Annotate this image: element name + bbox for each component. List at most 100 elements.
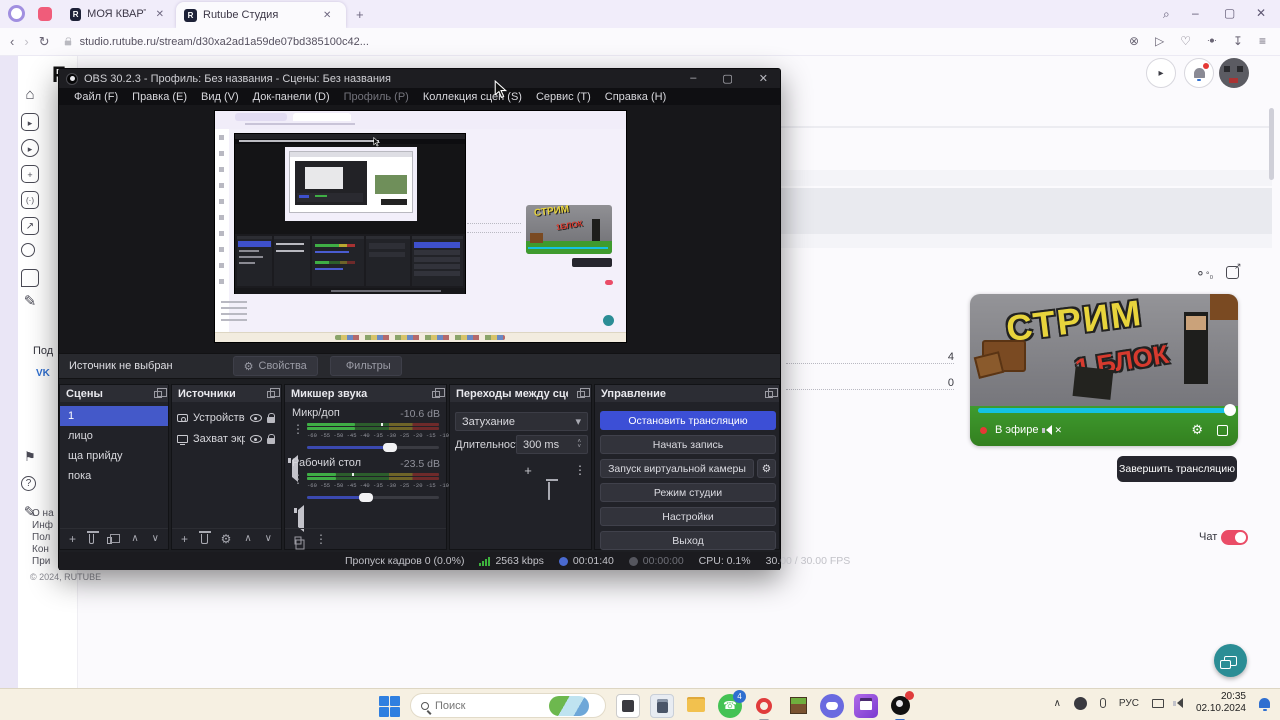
virtual-camera-config-button[interactable]: ⚙	[757, 459, 776, 478]
fullscreen-icon[interactable]	[1217, 424, 1228, 436]
obs-maximize-button[interactable]: ▢	[722, 72, 732, 85]
visibility-icon[interactable]	[250, 435, 262, 443]
settings-button[interactable]: Настройки	[600, 507, 776, 526]
back-icon[interactable]: ‹	[10, 34, 14, 49]
sidebar-broadcast-icon[interactable]: (·)	[21, 191, 39, 209]
scene-item[interactable]: пока	[60, 466, 168, 486]
sidebar-videos-icon[interactable]: ▸	[21, 139, 39, 157]
exit-button[interactable]: Выход	[600, 531, 776, 550]
sidebar-comments-icon[interactable]	[21, 269, 39, 287]
sidebar-add-video-icon[interactable]: +	[21, 165, 39, 183]
microphone-icon[interactable]	[1099, 698, 1106, 708]
tab-close-icon[interactable]: ✕	[323, 10, 331, 21]
stream-player[interactable]: СТРИМ 1 БЛОК В эфире ✕ ⚙	[970, 294, 1238, 446]
clipchamp-icon[interactable]	[854, 693, 878, 718]
visibility-icon[interactable]	[250, 414, 262, 422]
browser-tab-active[interactable]: R Rutube Студия ✕	[176, 2, 346, 28]
mixer-config-icon[interactable]	[294, 536, 302, 544]
notifications-button[interactable]	[1184, 58, 1214, 88]
controls-header[interactable]: Управление	[595, 385, 779, 402]
properties-button[interactable]: ⚙ Свойства	[232, 356, 318, 376]
footer-link[interactable]: Инф	[32, 520, 58, 531]
studio-mode-button[interactable]: Режим студии	[600, 483, 776, 502]
tray-chevron-icon[interactable]: ∧	[1054, 698, 1061, 709]
photos-app-icon[interactable]	[616, 693, 640, 718]
volume-knob[interactable]	[359, 493, 374, 502]
channel-kebab-icon[interactable]: ⋮	[292, 473, 304, 485]
menu-help[interactable]: Справка (H)	[598, 91, 673, 103]
virtual-camera-button[interactable]: Запуск виртуальной камеры	[600, 459, 754, 478]
footer-link[interactable]: Пол	[32, 532, 58, 543]
player-progress-knob[interactable]	[1224, 404, 1236, 416]
sidebar-analytics-icon[interactable]: ↗	[21, 217, 39, 235]
tab-search-icon[interactable]	[38, 7, 52, 21]
sidebar-tv-icon[interactable]: ▸	[21, 113, 39, 131]
network-icon[interactable]	[1151, 698, 1164, 708]
end-stream-button[interactable]: Завершить трансляцию	[1117, 456, 1237, 482]
volume-slider[interactable]	[307, 443, 439, 452]
file-explorer-icon[interactable]	[684, 694, 708, 718]
menu-edit[interactable]: Правка (E)	[125, 91, 194, 103]
vk-icon[interactable]: VK	[36, 368, 50, 379]
calculator-app-icon[interactable]	[650, 693, 674, 718]
spin-buttons[interactable]: ˄ ˅	[577, 439, 581, 450]
player-progress-track[interactable]	[978, 404, 1236, 416]
create-video-button[interactable]: ▸	[1146, 58, 1176, 88]
send-extension-icon[interactable]: ▷	[1155, 34, 1164, 49]
browser-tab-inactive[interactable]: R МОЯ КВАРТИРА В ВИРТУ... ✕	[62, 2, 172, 26]
stop-streaming-button[interactable]: Остановить трансляцию	[600, 411, 776, 430]
scene-item-selected[interactable]: 1	[60, 406, 168, 426]
start-recording-button[interactable]: Начать запись	[600, 435, 776, 454]
profile-extension-icon[interactable]: ꔹ	[1207, 34, 1217, 49]
sidebar-wand-icon[interactable]: ✎	[21, 293, 39, 311]
forward-icon[interactable]: ›	[24, 34, 28, 49]
transitions-header[interactable]: Переходы между сцена...	[450, 385, 591, 402]
opera-logo-icon[interactable]	[8, 5, 25, 22]
menu-tools[interactable]: Сервис (T)	[529, 91, 598, 103]
avatar[interactable]	[1219, 58, 1249, 88]
scene-item[interactable]: ща прийду	[60, 446, 168, 466]
opera-icon[interactable]	[752, 694, 776, 720]
move-source-down-icon[interactable]: ∨	[265, 533, 272, 545]
spin-down-icon[interactable]: ˅	[577, 444, 581, 450]
sidebar-home-icon[interactable]: ⌂	[21, 86, 39, 104]
transition-kebab-icon[interactable]: ⋮	[574, 463, 586, 477]
undock-icon[interactable]	[765, 388, 778, 398]
remove-transition-icon[interactable]	[548, 482, 550, 500]
reload-icon[interactable]: ↻	[39, 34, 50, 50]
undock-icon[interactable]	[267, 388, 280, 398]
transition-select[interactable]: Затухание ▾	[455, 412, 588, 431]
mixer-header[interactable]: Микшер звука	[285, 385, 446, 402]
undock-icon[interactable]	[432, 388, 445, 398]
search-input[interactable]	[435, 699, 543, 712]
undock-icon[interactable]	[154, 388, 167, 398]
mixer-kebab-icon[interactable]: ⋮	[315, 533, 327, 545]
sidebar-moon-icon[interactable]	[21, 243, 35, 257]
source-properties-icon[interactable]: ⚙	[221, 533, 232, 545]
share-icon[interactable]: ⚬°₀	[1195, 266, 1213, 282]
menu-file[interactable]: Файл (F)	[67, 91, 125, 103]
obs-close-button[interactable]: ✕	[759, 72, 768, 85]
menu-docks[interactable]: Док-панели (D)	[246, 91, 337, 103]
remove-scene-icon[interactable]	[86, 531, 100, 544]
tab-close-icon[interactable]: ✕	[156, 9, 164, 20]
menu-view[interactable]: Вид (V)	[194, 91, 246, 103]
volume-knob[interactable]	[383, 443, 398, 452]
chat-toggle[interactable]	[1221, 530, 1248, 545]
move-source-up-icon[interactable]: ∧	[244, 533, 251, 545]
clock[interactable]: 20:35 02.10.2024	[1196, 691, 1246, 715]
add-source-icon[interactable]: +	[181, 533, 188, 545]
channel-kebab-icon[interactable]: ⋮	[292, 423, 304, 435]
footer-link[interactable]: О на	[32, 508, 58, 519]
source-item[interactable]: Устройство з	[172, 408, 281, 428]
duration-spinbox[interactable]: 300 ms ˄ ˅	[516, 435, 588, 454]
filters-button[interactable]: Фильтры	[329, 356, 402, 376]
browser-minimize-button[interactable]: –	[1192, 6, 1199, 20]
block-extension-icon[interactable]: ⊗	[1129, 34, 1139, 49]
lock-icon[interactable]	[267, 433, 275, 444]
minecraft-icon[interactable]	[786, 694, 810, 718]
start-button[interactable]	[378, 695, 400, 717]
obs-preview-capture[interactable]: СТРИМ 1БЛОК	[215, 111, 626, 342]
lock-icon[interactable]	[267, 412, 275, 423]
notification-bell-icon[interactable]	[1259, 698, 1270, 711]
